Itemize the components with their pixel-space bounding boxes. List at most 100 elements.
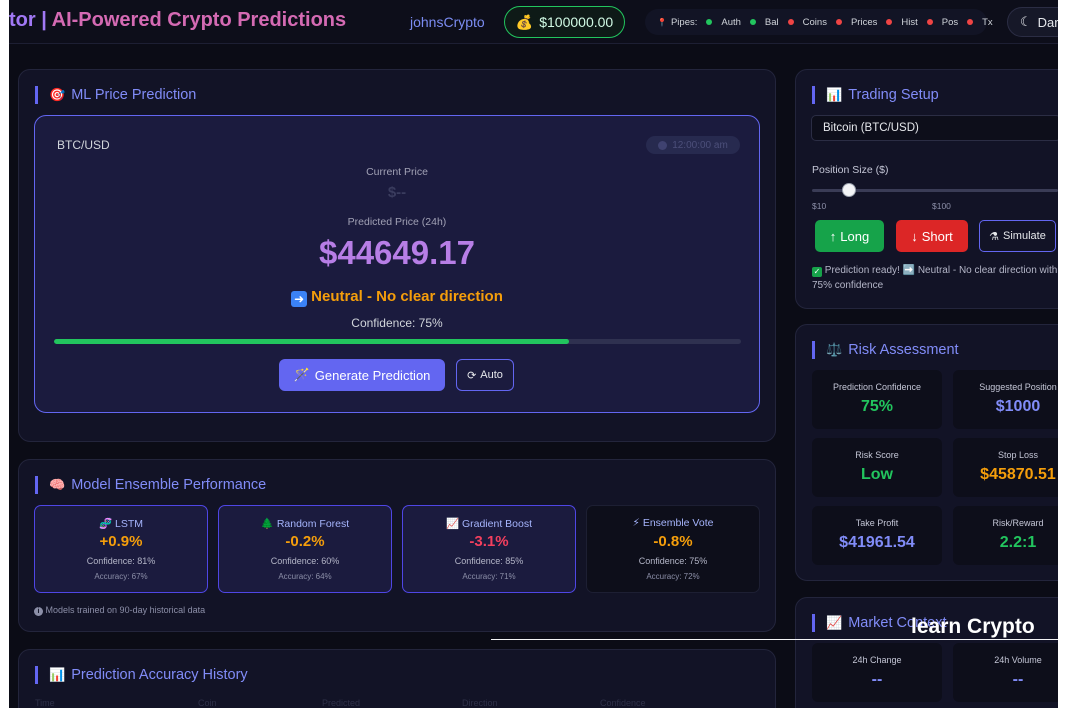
direction-text: ➜ Neutral - No clear direction xyxy=(35,288,759,307)
pipes-status-bar: 📍 Pipes: Auth Bal Coins Prices Hist Pos T… xyxy=(645,9,993,35)
tree-icon: 🌲 xyxy=(260,518,274,530)
simulate-button[interactable]: ⚗ Simulate xyxy=(979,220,1056,252)
pin-icon: 📍 xyxy=(657,17,667,27)
panel-title: 🧠 Model Ensemble Performance xyxy=(35,476,266,494)
check-icon: ✓ xyxy=(812,267,822,277)
risk-cell-stop-loss: Stop Loss $45870.51 xyxy=(953,438,1058,497)
slider-min-label: $10 xyxy=(812,201,827,211)
clock-icon xyxy=(658,140,668,150)
long-button[interactable]: ↑ Long xyxy=(815,220,884,252)
status-dot-icon xyxy=(749,19,756,25)
market-context-panel: 📈 Market Context 24h Change -- 24h Volum… xyxy=(795,597,1058,708)
current-price-label: Current Price xyxy=(366,166,428,178)
predicted-price-value: $44649.17 xyxy=(319,234,475,271)
model-card-ensemble-vote[interactable]: ⚡ Ensemble Vote -0.8% Confidence: 75% Ac… xyxy=(586,505,760,593)
app-title-prefix: tor | xyxy=(9,9,52,31)
model-value: -3.1% xyxy=(469,533,509,550)
risk-cell-take-profit: Take Profit $41961.54 xyxy=(812,506,942,565)
pipes-label: 📍 Pipes: xyxy=(657,16,698,28)
theme-toggle-button[interactable]: ☾ Dark xyxy=(1007,7,1058,37)
dna-icon: 🧬 xyxy=(98,518,113,530)
money-bag-icon: 💰 xyxy=(515,13,534,30)
confidence-bar xyxy=(54,339,741,344)
risk-cell-confidence: Prediction Confidence 75% xyxy=(812,370,942,429)
model-card-random-forest[interactable]: 🌲 Random Forest -0.2% Confidence: 60% Ac… xyxy=(218,505,392,593)
pipe-pos: Pos xyxy=(926,17,958,28)
app-title: tor | AI-Powered Crypto Predictions xyxy=(9,9,346,32)
magic-wand-icon: 🪄 xyxy=(293,367,310,382)
auto-button[interactable]: ⟳ Auto xyxy=(456,359,514,391)
pipe-auth: Auth xyxy=(706,17,741,28)
history-panel: 📊 Prediction Accuracy History Time Coin … xyxy=(18,649,776,708)
prediction-card: BTC/USD 12:00:00 am Current Price $-- Pr… xyxy=(34,115,760,413)
pipe-prices: Prices xyxy=(835,17,877,28)
app-title-main: AI-Powered Crypto Predictions xyxy=(51,9,347,31)
column-header-confidence: Confidence xyxy=(600,698,646,708)
flask-icon: ⚗ xyxy=(989,230,1000,243)
panel-title: 📊 Trading Setup xyxy=(812,86,939,104)
status-dot-icon xyxy=(706,19,713,25)
balance-badge: 💰 $100000.00 xyxy=(504,6,625,38)
model-card-gradient-boost[interactable]: 📈 Gradient Boost -3.1% Confidence: 85% A… xyxy=(402,505,576,593)
models-note: i Models trained on 90-day historical da… xyxy=(34,605,205,616)
pair-label: BTC/USD xyxy=(57,138,110,152)
username[interactable]: johnsCrypto xyxy=(410,14,485,30)
status-dot-icon xyxy=(835,19,842,25)
status-dot-icon xyxy=(926,19,933,25)
predicted-price-label: Predicted Price (24h) xyxy=(347,216,447,228)
moon-icon: ☾ xyxy=(1020,14,1032,29)
panel-title: 🎯 ML Price Prediction xyxy=(35,86,196,104)
top-bar: tor | AI-Powered Crypto Predictions john… xyxy=(9,0,1058,44)
current-price-value: $-- xyxy=(387,184,407,201)
status-message: ✓ Prediction ready! ➡️ Neutral - No clea… xyxy=(812,265,1058,291)
confidence-bar-fill xyxy=(54,339,570,344)
balance-value: $100000.00 xyxy=(539,14,614,30)
trend-chart-icon: 📈 xyxy=(826,615,843,630)
column-header-time: Time xyxy=(35,698,55,708)
timestamp-badge: 12:00:00 am xyxy=(646,136,740,154)
status-dot-icon xyxy=(886,19,893,25)
risk-cell-risk-score: Risk Score Low xyxy=(812,438,942,497)
refresh-icon: ⟳ xyxy=(467,369,477,382)
column-header-direction: Direction xyxy=(462,698,498,708)
pipe-tx: Tx xyxy=(967,17,993,28)
overlay-caption: learn Crypto xyxy=(911,615,1035,638)
chart-icon: 📊 xyxy=(826,87,843,102)
model-value: -0.8% xyxy=(653,533,693,550)
coin-select[interactable]: Bitcoin (BTC/USD) xyxy=(811,115,1058,141)
trading-setup-panel: 📊 Trading Setup Bitcoin (BTC/USD) Positi… xyxy=(795,69,1058,309)
panel-title: 📊 Prediction Accuracy History xyxy=(35,666,248,684)
arrow-right-icon: ➜ xyxy=(291,291,308,307)
slider-thumb[interactable] xyxy=(841,183,856,197)
short-button[interactable]: ↓ Short xyxy=(896,220,968,252)
pipe-coins: Coins xyxy=(787,17,827,28)
column-header-coin: Coin xyxy=(198,698,217,708)
pipe-hist: Hist xyxy=(886,17,918,28)
panel-title: ⚖️ Risk Assessment xyxy=(812,341,959,359)
slider-mid-label: $100 xyxy=(932,201,951,211)
position-size-slider[interactable] xyxy=(812,183,1058,197)
model-card-lstm[interactable]: 🧬 LSTM +0.9% Confidence: 81% Accuracy: 6… xyxy=(34,505,208,593)
bar-chart-icon: 📊 xyxy=(49,667,66,682)
risk-assessment-panel: ⚖️ Risk Assessment Prediction Confidence… xyxy=(795,324,1058,581)
risk-cell-suggested-position: Suggested Position $1000 xyxy=(953,370,1058,429)
ml-prediction-panel: 🎯 ML Price Prediction BTC/USD 12:00:00 a… xyxy=(18,69,776,442)
risk-cell-risk-reward: Risk/Reward 2.2:1 xyxy=(953,506,1058,565)
chart-icon: 📈 xyxy=(445,518,460,530)
scales-icon: ⚖️ xyxy=(826,342,843,357)
arrow-down-icon: ↓ xyxy=(911,228,918,244)
ensemble-panel: 🧠 Model Ensemble Performance 🧬 LSTM +0.9… xyxy=(18,459,776,632)
lightning-icon: ⚡ xyxy=(632,517,640,529)
market-cell-24h-volume: 24h Volume -- xyxy=(953,643,1058,702)
market-cell-24h-change: 24h Change -- xyxy=(812,643,942,702)
model-value: -0.2% xyxy=(285,533,325,550)
status-dot-icon xyxy=(787,19,794,25)
generate-prediction-button[interactable]: 🪄 Generate Prediction xyxy=(279,359,445,391)
position-size-label: Position Size ($) xyxy=(812,164,889,176)
overlay-underline xyxy=(491,639,1058,640)
app-viewport: tor | AI-Powered Crypto Predictions john… xyxy=(9,0,1058,708)
pipe-bal: Bal xyxy=(749,17,779,28)
arrow-up-icon: ↑ xyxy=(829,228,837,244)
confidence-text: Confidence: 75% xyxy=(351,316,443,330)
status-dot-icon xyxy=(967,19,974,25)
